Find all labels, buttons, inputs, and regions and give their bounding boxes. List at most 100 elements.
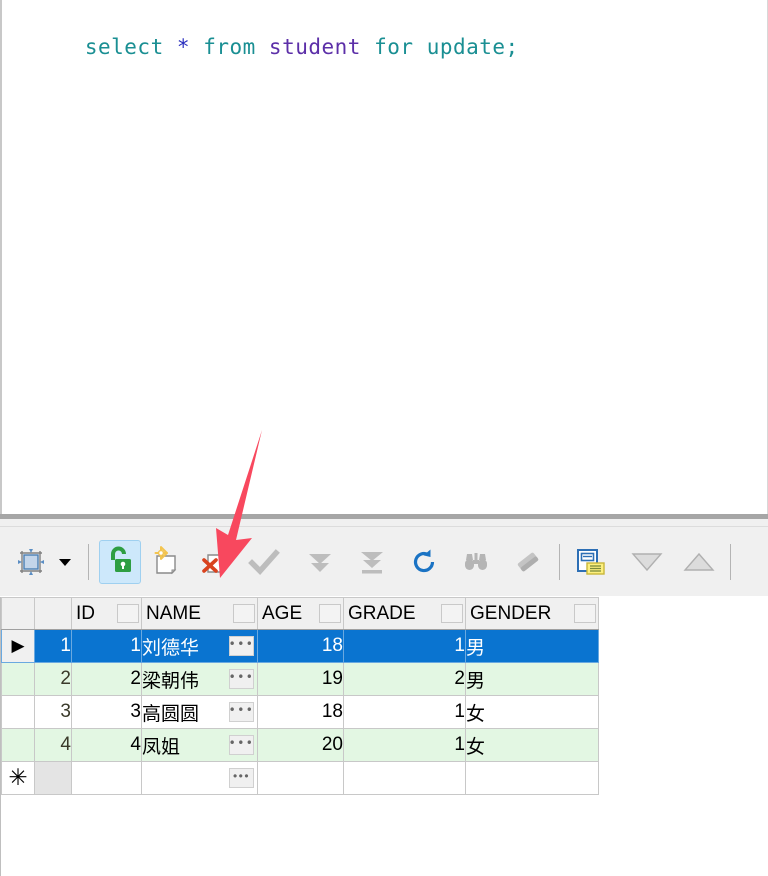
form-view-button[interactable] — [570, 540, 612, 584]
cell-name-text: 梁朝伟 — [142, 669, 200, 692]
column-header-id-label: ID — [76, 602, 95, 624]
find-button[interactable] — [455, 540, 497, 584]
next-page-button[interactable] — [299, 540, 341, 584]
cell-id[interactable] — [71, 761, 142, 795]
cell-gender[interactable]: 女 — [465, 728, 599, 762]
cell-name[interactable]: 高圆圆 ••• — [141, 695, 258, 729]
column-filter-gender[interactable] — [574, 604, 596, 623]
cell-editor-button[interactable]: ••• — [229, 702, 254, 722]
select-mode-dropdown[interactable] — [52, 540, 78, 584]
sql-statement-line[interactable]: select * from student for update; — [2, 0, 767, 92]
cell-id[interactable]: 2 — [71, 662, 142, 696]
cell-id[interactable]: 3 — [71, 695, 142, 729]
cell-grade[interactable]: 1 — [343, 629, 466, 663]
cell-name[interactable]: ••• — [141, 761, 258, 795]
header-indicator — [1, 597, 35, 630]
column-header-grade-label: GRADE — [348, 602, 416, 624]
unlock-icon — [111, 546, 131, 572]
cell-age[interactable]: 18 — [257, 695, 344, 729]
toolbar-separator-1 — [88, 543, 89, 580]
refresh-button[interactable] — [403, 540, 445, 584]
cell-name[interactable]: 梁朝伟 ••• — [141, 662, 258, 696]
double-down-arrow-icon — [309, 553, 331, 572]
sql-keyword-select: select — [84, 35, 164, 59]
new-row-indicator[interactable]: ✳ — [1, 761, 35, 795]
cell-grade[interactable]: 1 — [343, 695, 466, 729]
sql-developer-window: select * from student for update; ID NAM… — [0, 0, 768, 876]
clear-filter-button[interactable] — [507, 540, 549, 584]
results-toolbar — [0, 527, 768, 596]
table-row[interactable]: ▶ 1 1 刘德华 ••• 18 1 男 — [1, 629, 599, 663]
row-number: 1 — [34, 629, 72, 663]
column-header-age[interactable]: AGE — [257, 597, 344, 630]
column-filter-name[interactable] — [233, 604, 255, 623]
cell-editor-button[interactable]: ••• — [229, 669, 254, 689]
column-header-grade[interactable]: GRADE — [343, 597, 466, 630]
row-number: 3 — [34, 695, 72, 729]
column-filter-grade[interactable] — [441, 604, 463, 623]
cell-name-text: 刘德华 — [142, 636, 200, 659]
column-header-gender[interactable]: GENDER — [465, 597, 599, 630]
column-filter-id[interactable] — [117, 604, 139, 623]
row-indicator[interactable]: ▶ — [1, 629, 35, 663]
cell-age[interactable]: 20 — [257, 728, 344, 762]
select-mode-button[interactable] — [10, 540, 52, 584]
cell-age[interactable]: 18 — [257, 629, 344, 663]
cell-gender[interactable]: 男 — [465, 629, 599, 663]
cell-grade[interactable]: 2 — [343, 662, 466, 696]
sql-editor-pane[interactable]: select * from student for update; — [0, 0, 768, 514]
results-table: ID NAME AGE GRADE GENDER ▶ 1 1 刘德华 ••• 1… — [1, 597, 599, 795]
cell-editor-button[interactable]: ••• — [229, 735, 254, 755]
new-record-button[interactable] — [147, 540, 189, 584]
row-indicator[interactable] — [1, 695, 35, 729]
column-header-name-label: NAME — [146, 602, 201, 624]
column-filter-age[interactable] — [319, 604, 341, 623]
cell-name[interactable]: 刘德华 ••• — [141, 629, 258, 663]
sql-semicolon: ; — [505, 35, 519, 59]
new-record-row[interactable]: ✳ ••• — [1, 761, 599, 795]
binoculars-icon — [465, 552, 487, 570]
table-header-row: ID NAME AGE GRADE GENDER — [1, 597, 599, 630]
cell-name[interactable]: 凤姐 ••• — [141, 728, 258, 762]
current-row-arrow-icon: ▶ — [11, 636, 25, 655]
sql-keyword-from: from — [203, 35, 256, 59]
row-number — [34, 761, 72, 795]
cell-age[interactable]: 19 — [257, 662, 344, 696]
triangle-up-icon — [683, 552, 715, 571]
cell-gender[interactable] — [465, 761, 599, 795]
cell-age[interactable] — [257, 761, 344, 795]
collapse-button[interactable] — [626, 540, 668, 584]
splitter-gap — [0, 519, 768, 527]
cell-gender[interactable]: 女 — [465, 695, 599, 729]
cell-name-text: 凤姐 — [142, 735, 181, 758]
row-number: 2 — [34, 662, 72, 696]
delete-record-button[interactable] — [195, 540, 237, 584]
toolbar-separator-2 — [559, 543, 560, 580]
last-page-button[interactable] — [351, 540, 393, 584]
column-header-name[interactable]: NAME — [141, 597, 258, 630]
table-row[interactable]: 4 4 凤姐 ••• 20 1 女 — [1, 728, 599, 762]
checkmark-icon — [248, 548, 280, 575]
table-row[interactable]: 3 3 高圆圆 ••• 18 1 女 — [1, 695, 599, 729]
cell-editor-button[interactable]: ••• — [229, 768, 254, 788]
cell-gender[interactable]: 男 — [465, 662, 599, 696]
eraser-icon — [517, 552, 539, 571]
expand-button[interactable] — [678, 540, 720, 584]
results-grid[interactable]: ID NAME AGE GRADE GENDER ▶ 1 1 刘德华 ••• 1… — [0, 597, 768, 876]
cell-grade[interactable] — [343, 761, 466, 795]
lock-toggle-button[interactable] — [99, 539, 141, 584]
cell-id[interactable]: 4 — [71, 728, 142, 762]
row-indicator[interactable] — [1, 728, 35, 762]
cell-grade[interactable]: 1 — [343, 728, 466, 762]
new-record-icon — [154, 545, 177, 574]
refresh-icon — [413, 549, 435, 572]
commit-button[interactable] — [243, 540, 285, 584]
cell-id[interactable]: 1 — [71, 629, 142, 663]
row-number: 4 — [34, 728, 72, 762]
triangle-down-icon — [631, 552, 663, 571]
cell-name-text: 高圆圆 — [142, 702, 200, 725]
row-indicator[interactable] — [1, 662, 35, 696]
cell-editor-button[interactable]: ••• — [229, 636, 254, 656]
table-row[interactable]: 2 2 梁朝伟 ••• 19 2 男 — [1, 662, 599, 696]
column-header-id[interactable]: ID — [71, 597, 142, 630]
